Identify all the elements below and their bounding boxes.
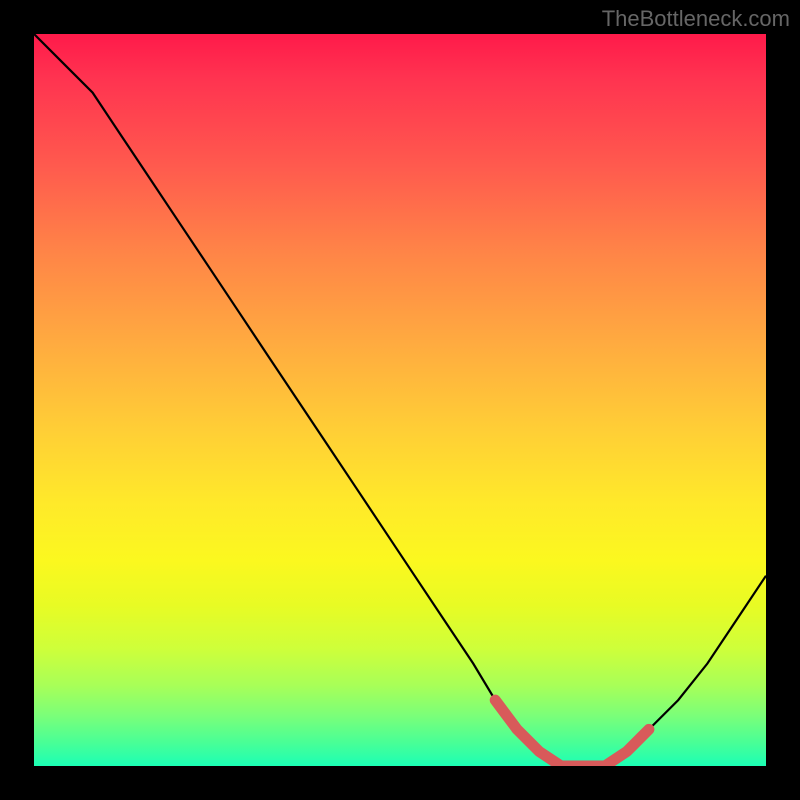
- bottleneck-curve: [34, 34, 766, 766]
- watermark-text: TheBottleneck.com: [602, 6, 790, 32]
- chart-svg: [34, 34, 766, 766]
- optimum-highlight: [495, 700, 649, 766]
- plot-area: [34, 34, 766, 766]
